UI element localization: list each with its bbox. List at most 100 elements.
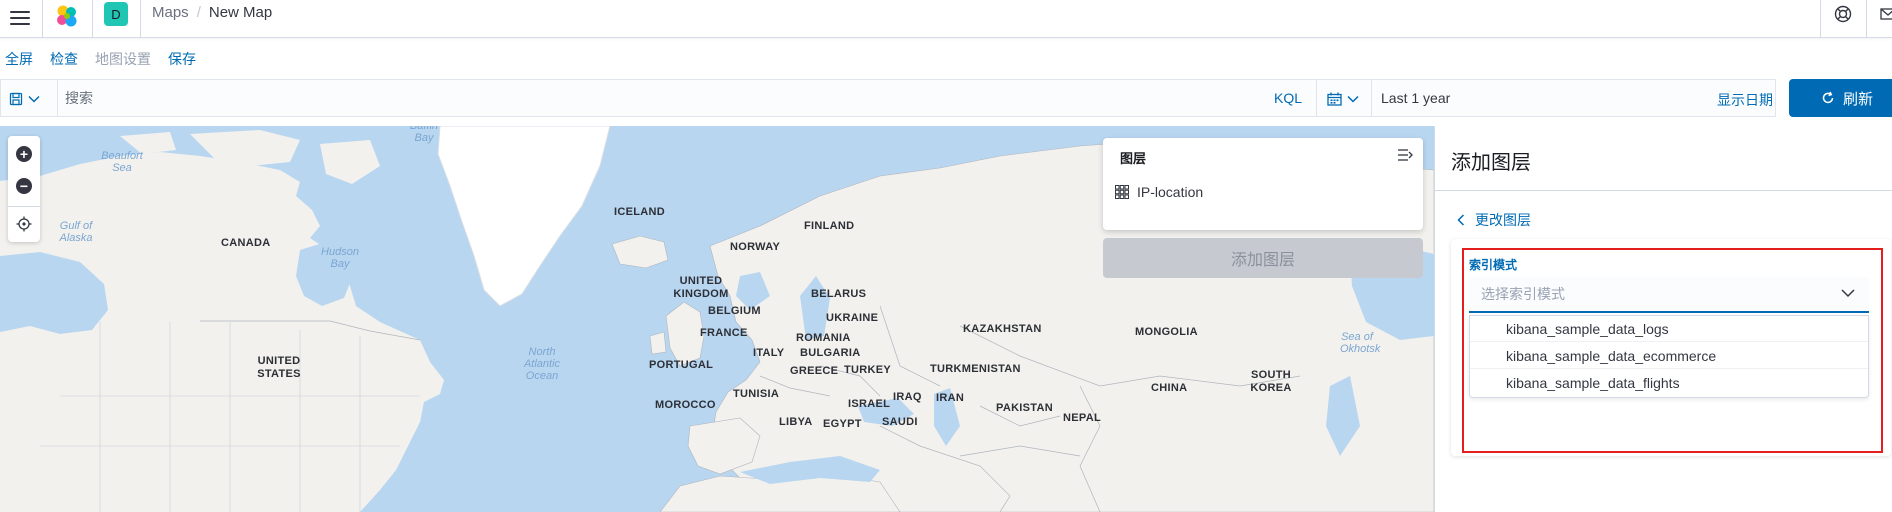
header-divider <box>42 0 43 38</box>
change-layer-label: 更改图层 <box>1475 212 1531 228</box>
map-label-finland: FINLAND <box>804 220 855 232</box>
sea-label-baffin-bay: Baffin Bay <box>409 126 439 144</box>
map-zoom-controls: + − <box>8 136 40 242</box>
sea-label-beaufort-sea: Beaufort Sea <box>101 150 143 174</box>
chevron-down-icon <box>28 95 40 103</box>
index-pattern-combobox[interactable] <box>1469 277 1869 313</box>
date-picker: Last 1 year 显示日期 <box>1316 79 1776 117</box>
space-initial: D <box>111 6 121 22</box>
header-divider <box>140 0 141 38</box>
map-label-turkey: TURKEY <box>844 364 892 376</box>
query-bar: KQL <box>0 79 1320 117</box>
collapse-panel-icon[interactable] <box>1397 148 1413 162</box>
map-label-canada: CANADA <box>221 237 271 249</box>
top-nav-menu: 全屏 检查 地图设置 保存 <box>5 49 196 69</box>
menu-bar <box>10 23 30 25</box>
map-label-israel: ISRAEL <box>848 398 891 410</box>
map-label-united-states: UNITED STATES <box>257 355 301 380</box>
layer-row-ip-location[interactable]: IP-location <box>1115 182 1203 202</box>
map-label-belarus: BELARUS <box>811 288 867 300</box>
map-label-iceland: ICELAND <box>614 206 665 218</box>
map-label-kazakhstan: KAZAKHSTAN <box>963 323 1042 335</box>
breadcrumb-maps[interactable]: Maps <box>152 4 189 21</box>
map-label-south-korea: SOUTH KOREA <box>1250 369 1292 394</box>
index-pattern-input[interactable] <box>1469 277 1829 311</box>
map-label-libya: LIBYA <box>779 416 813 428</box>
inspect-link[interactable]: 检查 <box>50 49 78 69</box>
sea-label-gulf-of-alaska: Gulf of Alaska <box>59 220 93 244</box>
add-layer-flyout: 添加图层 更改图层 索引模式 kibana_sample_data_logs k… <box>1434 126 1892 512</box>
map-label-turkmenistan: TURKMENISTAN <box>930 363 1021 375</box>
save-icon <box>9 92 23 106</box>
map-label-bulgaria: BULGARIA <box>800 347 861 359</box>
menu-bar <box>10 11 30 13</box>
index-option-flights[interactable]: kibana_sample_data_flights <box>1470 370 1868 396</box>
map-label-greece: GREECE <box>790 365 839 377</box>
map-label-nepal: NEPAL <box>1063 412 1101 424</box>
map-label-iraq: IRAQ <box>893 391 922 403</box>
refresh-label: 刷新 <box>1843 90 1874 108</box>
map-settings-link[interactable]: 地图设置 <box>95 49 151 69</box>
date-range-value[interactable]: Last 1 year <box>1381 90 1450 106</box>
index-pattern-label: 索引模式 <box>1469 258 1518 272</box>
index-option-logs[interactable]: kibana_sample_data_logs <box>1470 316 1868 342</box>
map-label-mongolia: MONGOLIA <box>1135 326 1198 338</box>
elastic-logo-icon[interactable] <box>54 3 80 29</box>
map-label-romania: ROMANIA <box>796 332 851 344</box>
full-screen-link[interactable]: 全屏 <box>5 49 33 69</box>
index-pattern-options-list: kibana_sample_data_logs kibana_sample_da… <box>1469 315 1869 398</box>
sea-label-hudson-bay: Hudson Bay <box>321 246 359 270</box>
map-label-iran: IRAN <box>936 392 965 404</box>
sea-label-north-atlantic-ocean: North Atlantic Ocean <box>523 346 561 382</box>
query-divider <box>57 80 58 116</box>
map-label-morocco: MOROCCO <box>655 399 716 411</box>
layer-name: IP-location <box>1137 184 1204 200</box>
quick-date-button[interactable] <box>1327 88 1369 110</box>
date-divider <box>1371 80 1372 116</box>
map-label-portugal: PORTUGAL <box>649 359 714 371</box>
zoom-in-button[interactable]: + <box>16 146 32 162</box>
sea-label-sea-of-okhotsk: Sea of Okhotsk <box>1340 331 1381 355</box>
show-dates-link[interactable]: 显示日期 <box>1717 90 1773 110</box>
calendar-icon <box>1327 92 1342 106</box>
space-avatar[interactable]: D <box>104 2 128 26</box>
header-divider <box>1820 0 1821 38</box>
refresh-icon <box>1822 91 1834 104</box>
map-label-saudi: SAUDI <box>882 416 918 428</box>
map-label-egypt: EGYPT <box>823 418 862 430</box>
flyout-title: 添加图层 <box>1451 152 1531 174</box>
change-layer-link[interactable]: 更改图层 <box>1457 210 1531 230</box>
layer-control-panel: 图层 IP-location <box>1103 138 1423 230</box>
breadcrumb: Maps / New Map <box>152 4 272 21</box>
zoom-out-button[interactable]: − <box>16 178 32 194</box>
add-layer-button[interactable]: 添加图层 <box>1103 238 1423 278</box>
save-link[interactable]: 保存 <box>168 49 196 69</box>
newsfeed-icon[interactable] <box>1880 6 1892 22</box>
breadcrumb-current: New Map <box>208 4 273 21</box>
map-label-belgium: BELGIUM <box>708 305 761 317</box>
map-label-china: CHINA <box>1151 382 1188 394</box>
kql-toggle[interactable]: KQL <box>1274 90 1302 106</box>
map-label-united-kingdom: UNITED KINGDOM <box>673 275 729 300</box>
chevron-down-icon <box>1347 95 1359 103</box>
map-label-tunisia: TUNISIA <box>733 388 780 400</box>
menu-bar <box>10 17 30 19</box>
grid-layer-icon <box>1115 185 1129 199</box>
chevron-left-icon <box>1457 214 1465 226</box>
zoom-divider <box>8 206 40 207</box>
menu-button[interactable] <box>8 6 32 30</box>
map-label-france: FRANCE <box>700 327 748 339</box>
map-label-pakistan: PAKISTAN <box>996 402 1053 414</box>
index-option-ecommerce[interactable]: kibana_sample_data_ecommerce <box>1470 343 1868 369</box>
search-input[interactable] <box>59 82 1259 114</box>
map-label-ukraine: UKRAINE <box>826 312 879 324</box>
saved-query-button[interactable] <box>9 88 51 110</box>
layer-panel-title: 图层 <box>1120 151 1147 166</box>
breadcrumb-separator: / <box>196 4 201 21</box>
set-view-icon[interactable] <box>16 216 32 232</box>
flyout-divider <box>1435 190 1892 191</box>
global-header: D Maps / New Map <box>0 0 1892 38</box>
help-icon[interactable] <box>1833 4 1853 24</box>
refresh-button[interactable]: 刷新 <box>1789 79 1892 117</box>
chevron-down-icon[interactable] <box>1841 288 1855 298</box>
